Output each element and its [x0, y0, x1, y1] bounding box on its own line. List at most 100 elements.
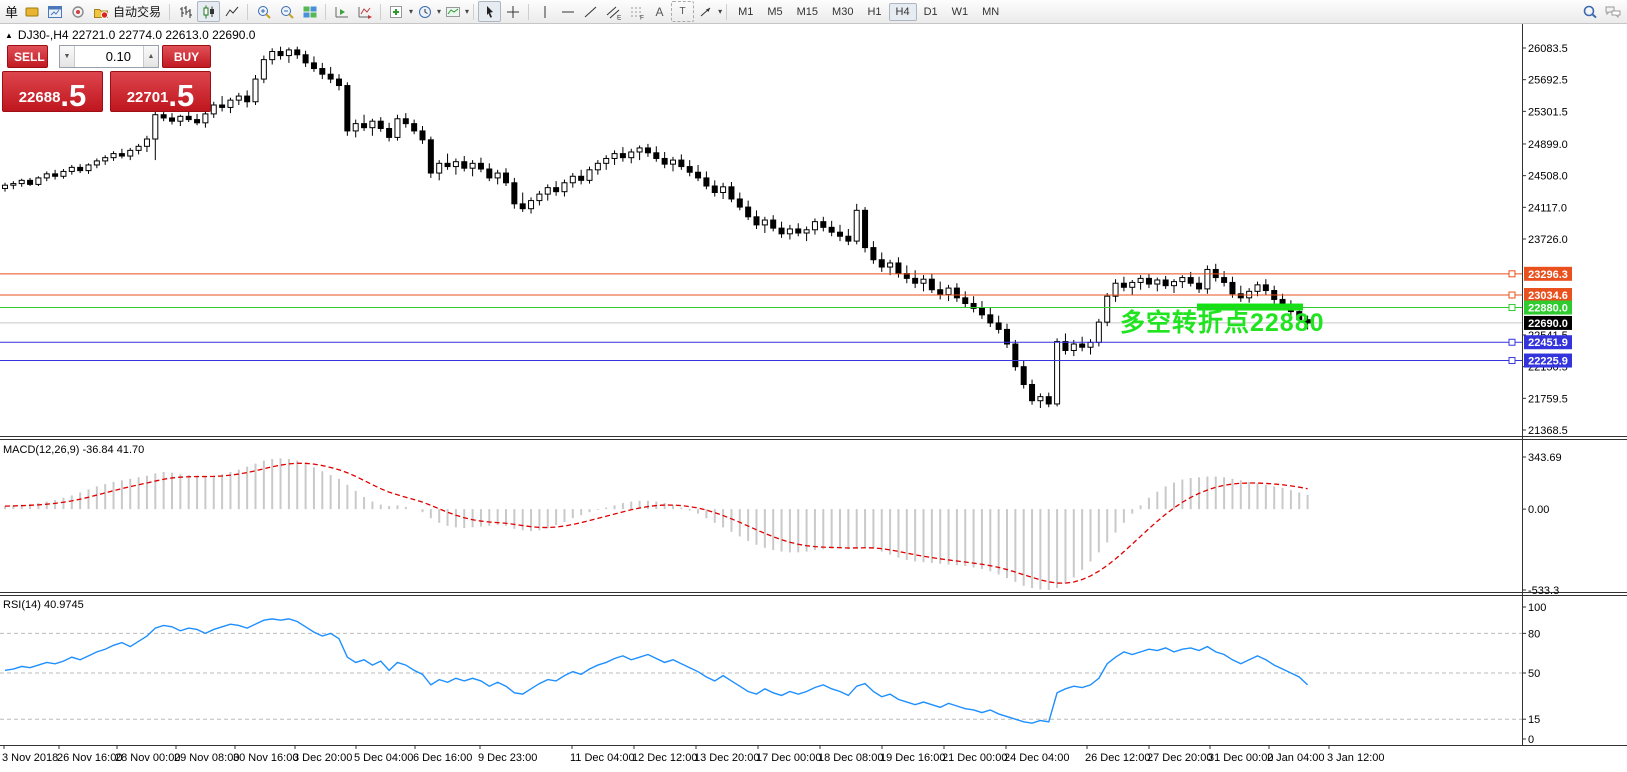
svg-text:F: F: [640, 14, 644, 20]
macd-axis: 343.69 0.00 -533.3: [1522, 452, 1562, 597]
svg-text:-533.3: -533.3: [1528, 585, 1559, 597]
toolbar-separator: [325, 4, 326, 20]
signals-icon[interactable]: [66, 1, 89, 22]
timeframe-button-h4[interactable]: H4: [889, 3, 917, 21]
toolbar: 单 自动交易 ▾ ▾ ▾ E F A T ▾ M1M5M15M30H1H4D1W…: [0, 0, 1627, 24]
chart-shift-icon[interactable]: [353, 1, 376, 22]
svg-text:80: 80: [1528, 628, 1540, 640]
macd-indicator-label: MACD(12,26,9) -36.84 41.70: [3, 444, 144, 456]
search-icon[interactable]: [1578, 1, 1601, 22]
volume-decrease-button[interactable]: ▼: [60, 46, 75, 67]
svg-text:23726.0: 23726.0: [1528, 234, 1568, 246]
scroll-to-end-icon[interactable]: [330, 1, 353, 22]
toolbar-separator: [169, 4, 170, 20]
time-axis-label: 26 Dec 12:00: [1085, 752, 1150, 764]
templates-dropdown-caret[interactable]: ▾: [465, 7, 469, 16]
terminal-icon[interactable]: [43, 1, 66, 22]
svg-text:26083.5: 26083.5: [1528, 43, 1568, 55]
time-axis-label: 3 Jan 12:00: [1327, 752, 1385, 764]
bar-chart-icon[interactable]: [174, 1, 197, 22]
auto-trading-label[interactable]: 自动交易: [113, 3, 161, 20]
toolbar-separator: [726, 4, 727, 20]
chart-annotation[interactable]: 多空转折点22880: [1120, 303, 1325, 339]
buy-button[interactable]: BUY: [162, 45, 211, 68]
time-axis-label: 28 Nov 00:00: [115, 752, 180, 764]
time-axis-label: 30 Nov 16:00: [233, 752, 298, 764]
rsi-indicator-label: RSI(14) 40.9745: [3, 599, 84, 611]
add-indicator-icon[interactable]: [385, 1, 408, 22]
price-level-line[interactable]: 22880.0: [0, 301, 1572, 315]
zoom-out-icon[interactable]: [275, 1, 298, 22]
text-icon[interactable]: A: [648, 1, 671, 22]
svg-text:E: E: [617, 14, 622, 20]
svg-text:15: 15: [1528, 714, 1540, 726]
time-axis-label: 31 Dec 00:00: [1208, 752, 1273, 764]
candlestick-chart-icon[interactable]: [197, 1, 220, 22]
rsi-level-lines: [0, 633, 1522, 719]
price-level-line[interactable]: 23296.3: [0, 267, 1572, 281]
volume-increase-button[interactable]: ▲: [143, 46, 158, 67]
text-label-icon[interactable]: T: [671, 1, 694, 22]
arrows-icon[interactable]: [694, 1, 717, 22]
chart-title: ▲ DJ30-,H4 22721.0 22774.0 22613.0 22690.…: [5, 28, 255, 42]
auto-trading-icon[interactable]: [89, 1, 112, 22]
vertical-line-icon[interactable]: [533, 1, 556, 22]
tile-windows-icon[interactable]: [298, 1, 321, 22]
svg-text:22225.9: 22225.9: [1528, 356, 1568, 368]
time-axis-label: 13 Dec 20:00: [694, 752, 759, 764]
new-order-label-fragment[interactable]: 单: [3, 1, 20, 22]
chart-canvas[interactable]: 26083.525692.525301.524899.024508.024117…: [0, 0, 1627, 772]
sell-price-fraction: .5: [60, 81, 86, 110]
cursor-icon[interactable]: [478, 1, 501, 22]
time-axis-label: 3 Nov 2018: [2, 752, 58, 764]
crosshair-icon[interactable]: [501, 1, 524, 22]
time-axis-label: 5 Dec 04:00: [354, 752, 413, 764]
periods-icon[interactable]: [413, 1, 436, 22]
volume-input[interactable]: [75, 46, 143, 67]
chart-frame: [0, 24, 1627, 746]
line-chart-icon[interactable]: [220, 1, 243, 22]
time-axis-label: 11 Dec 04:00: [570, 752, 635, 764]
time-axis-label: 6 Dec 16:00: [413, 752, 472, 764]
chat-icon[interactable]: [1601, 1, 1624, 22]
time-axis-label: 24 Dec 04:00: [1004, 752, 1069, 764]
buy-price-display[interactable]: 22701.5: [110, 71, 211, 112]
toolbar-separator: [528, 4, 529, 20]
horizontal-line-icon[interactable]: [556, 1, 579, 22]
equidistant-channel-icon[interactable]: E: [602, 1, 625, 22]
templates-icon[interactable]: [441, 1, 464, 22]
sell-price-display[interactable]: 22688.5: [2, 71, 103, 112]
price-level-line[interactable]: 22225.9: [0, 354, 1572, 368]
svg-text:24117.0: 24117.0: [1528, 202, 1567, 214]
svg-text:50: 50: [1528, 668, 1540, 680]
time-axis-label: 21 Dec 00:00: [942, 752, 1007, 764]
timeframe-button-m30[interactable]: M30: [825, 3, 860, 21]
svg-text:21368.5: 21368.5: [1528, 425, 1568, 437]
fibonacci-icon[interactable]: F: [625, 1, 648, 22]
zoom-in-icon[interactable]: [252, 1, 275, 22]
toolbar-separator: [247, 4, 248, 20]
timeframe-button-h1[interactable]: H1: [860, 3, 888, 21]
svg-text:343.69: 343.69: [1528, 452, 1562, 464]
svg-text:23034.6: 23034.6: [1528, 290, 1568, 302]
panel-collapse-icon[interactable]: ▲: [5, 31, 13, 40]
timeframe-button-m15[interactable]: M15: [790, 3, 825, 21]
trendline-icon[interactable]: [579, 1, 602, 22]
timeframe-button-m5[interactable]: M5: [760, 3, 789, 21]
price-level-line[interactable]: 23034.6: [0, 288, 1572, 302]
macd-signal-line: [5, 463, 1308, 583]
current-price-label[interactable]: 22690.0: [1524, 316, 1572, 330]
one-click-trading-panel: SELL ▼ ▲ BUY 22688.5 22701.5: [2, 45, 211, 112]
arrows-dropdown-caret[interactable]: ▾: [718, 7, 722, 16]
toolbar-separator: [380, 4, 381, 20]
price-level-line[interactable]: 22451.9: [0, 335, 1572, 349]
new-order-icon[interactable]: [20, 1, 43, 22]
timeframe-button-mn[interactable]: MN: [975, 3, 1006, 21]
svg-text:0.00: 0.00: [1528, 504, 1549, 516]
timeframe-button-w1[interactable]: W1: [945, 3, 976, 21]
sell-button[interactable]: SELL: [7, 45, 48, 68]
symbol-ohlc-text: DJ30-,H4 22721.0 22774.0 22613.0 22690.0: [18, 28, 256, 42]
timeframe-button-d1[interactable]: D1: [917, 3, 945, 21]
timeframe-button-m1[interactable]: M1: [731, 3, 760, 21]
svg-text:23296.3: 23296.3: [1528, 269, 1568, 281]
